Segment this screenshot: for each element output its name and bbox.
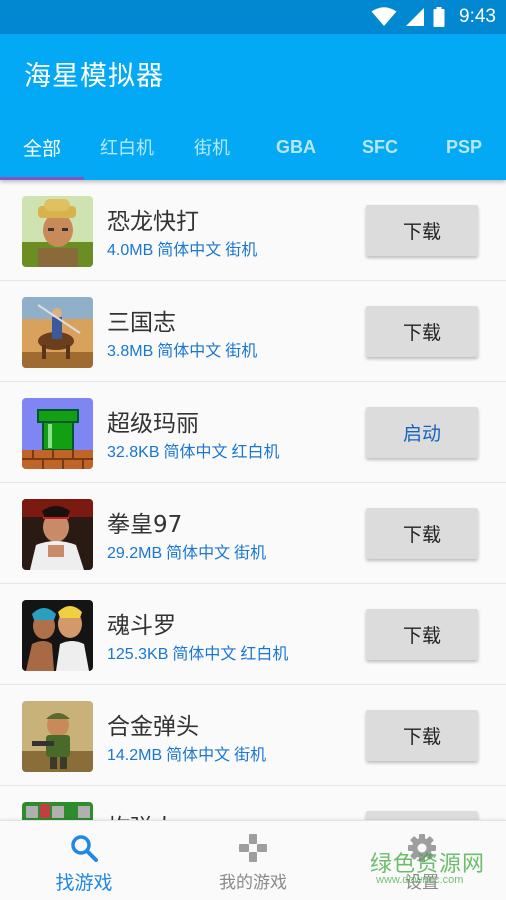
game-row[interactable]: 魂斗罗 125.3KB 简体中文 红白机 下载 — [0, 584, 506, 685]
tab-nes[interactable]: 红白机 — [84, 114, 170, 180]
contra-thumbnail — [22, 600, 93, 671]
app-bar: 海星模拟器 全部 红白机 街机 GBA SFC PSP — [0, 34, 506, 180]
bomberman-thumbnail — [22, 802, 93, 820]
nav-label: 我的游戏 — [219, 873, 287, 893]
game-meta: 4.0MB 简体中文 街机 — [107, 236, 261, 260]
game-name: 恐龙快打 — [107, 209, 199, 235]
tab-sfc[interactable]: SFC — [338, 114, 422, 180]
game-language: 简体中文 — [157, 240, 222, 259]
game-language: 简体中文 — [166, 543, 231, 562]
signal-icon — [406, 8, 425, 26]
gamepad-icon — [239, 834, 267, 862]
super-mario-thumbnail — [22, 398, 93, 469]
tab-all[interactable]: 全部 — [0, 114, 84, 180]
download-button[interactable]: 下载 — [366, 306, 478, 357]
launch-button[interactable]: 启动 — [366, 407, 478, 458]
nav-settings[interactable]: 设置 — [338, 821, 506, 900]
tab-label: SFC — [362, 136, 398, 157]
cadillacs-dinosaurs-thumbnail — [22, 196, 93, 267]
tab-indicator — [0, 177, 84, 180]
status-time: 9:43 — [459, 6, 496, 27]
game-category: 红白机 — [231, 442, 280, 461]
download-button[interactable]: 下载 — [366, 609, 478, 660]
game-row[interactable]: 拳皇97 29.2MB 简体中文 街机 下载 — [0, 483, 506, 584]
gear-icon — [408, 834, 436, 862]
tab-arcade[interactable]: 街机 — [170, 114, 254, 180]
bottom-navigation: 找游戏 我的游戏 设置 — [0, 820, 506, 900]
app-title: 海星模拟器 — [24, 61, 164, 92]
tab-label: 全部 — [22, 137, 61, 160]
game-name: 魂斗罗 — [107, 613, 176, 639]
game-category: 街机 — [234, 745, 267, 764]
battery-icon — [433, 7, 445, 27]
nav-find-games[interactable]: 找游戏 — [0, 821, 168, 900]
game-list[interactable]: 恐龙快打 4.0MB 简体中文 街机 下载 三国志 3.8MB 简体中文 街机 下载 — [0, 180, 506, 820]
nav-label: 设置 — [405, 873, 439, 893]
game-name: 超级玛丽 — [107, 411, 199, 437]
kof97-thumbnail — [22, 499, 93, 570]
status-bar: 9:43 — [0, 0, 506, 34]
metal-slug-thumbnail — [22, 701, 93, 772]
game-meta: 29.2MB 简体中文 街机 — [107, 539, 270, 563]
game-language: 简体中文 — [166, 745, 231, 764]
game-row[interactable]: 超级玛丽 32.8KB 简体中文 红白机 启动 — [0, 382, 506, 483]
game-category: 街机 — [225, 240, 258, 259]
wifi-icon — [371, 7, 397, 26]
game-row[interactable]: 合金弹头 14.2MB 简体中文 街机 下载 — [0, 685, 506, 786]
game-size: 29.2MB — [107, 545, 163, 562]
download-button[interactable]: 下载 — [366, 205, 478, 256]
game-meta: 14.2MB 简体中文 街机 — [107, 741, 270, 765]
game-row[interactable]: 炸弹人 — [0, 786, 506, 820]
game-name: 拳皇97 — [107, 512, 183, 538]
game-row[interactable]: 恐龙快打 4.0MB 简体中文 街机 下载 — [0, 180, 506, 281]
game-meta: 3.8MB 简体中文 街机 — [107, 337, 261, 361]
game-row[interactable]: 三国志 3.8MB 简体中文 街机 下载 — [0, 281, 506, 382]
game-language: 简体中文 — [172, 644, 237, 663]
tab-label: 红白机 — [100, 138, 154, 159]
tab-label: PSP — [445, 136, 483, 157]
category-tabs: 全部 红白机 街机 GBA SFC PSP — [0, 114, 506, 180]
game-size: 125.3KB — [107, 646, 169, 663]
game-size: 3.8MB — [107, 343, 154, 360]
nav-label: 找游戏 — [55, 872, 113, 894]
game-language: 简体中文 — [163, 442, 228, 461]
download-button[interactable] — [366, 811, 478, 820]
tab-label: 街机 — [194, 138, 230, 159]
game-size: 32.8KB — [107, 444, 160, 461]
tab-label: GBA — [276, 136, 316, 157]
game-category: 街机 — [225, 341, 258, 360]
tab-gba[interactable]: GBA — [254, 114, 338, 180]
game-category: 街机 — [234, 543, 267, 562]
search-icon — [71, 835, 98, 862]
game-name: 合金弹头 — [107, 714, 199, 740]
download-button[interactable]: 下载 — [366, 508, 478, 559]
game-language: 简体中文 — [157, 341, 222, 360]
sangokushi-thumbnail — [22, 297, 93, 368]
game-size: 4.0MB — [107, 242, 154, 259]
game-meta: 32.8KB 简体中文 红白机 — [107, 438, 284, 462]
nav-my-games[interactable]: 我的游戏 — [169, 821, 337, 900]
game-category: 红白机 — [240, 644, 289, 663]
game-meta: 125.3KB 简体中文 红白机 — [107, 640, 292, 664]
tab-psp[interactable]: PSP — [422, 114, 506, 180]
game-size: 14.2MB — [107, 747, 163, 764]
download-button[interactable]: 下载 — [366, 710, 478, 761]
game-name: 炸弹人 — [107, 808, 176, 820]
game-name: 三国志 — [107, 310, 176, 336]
